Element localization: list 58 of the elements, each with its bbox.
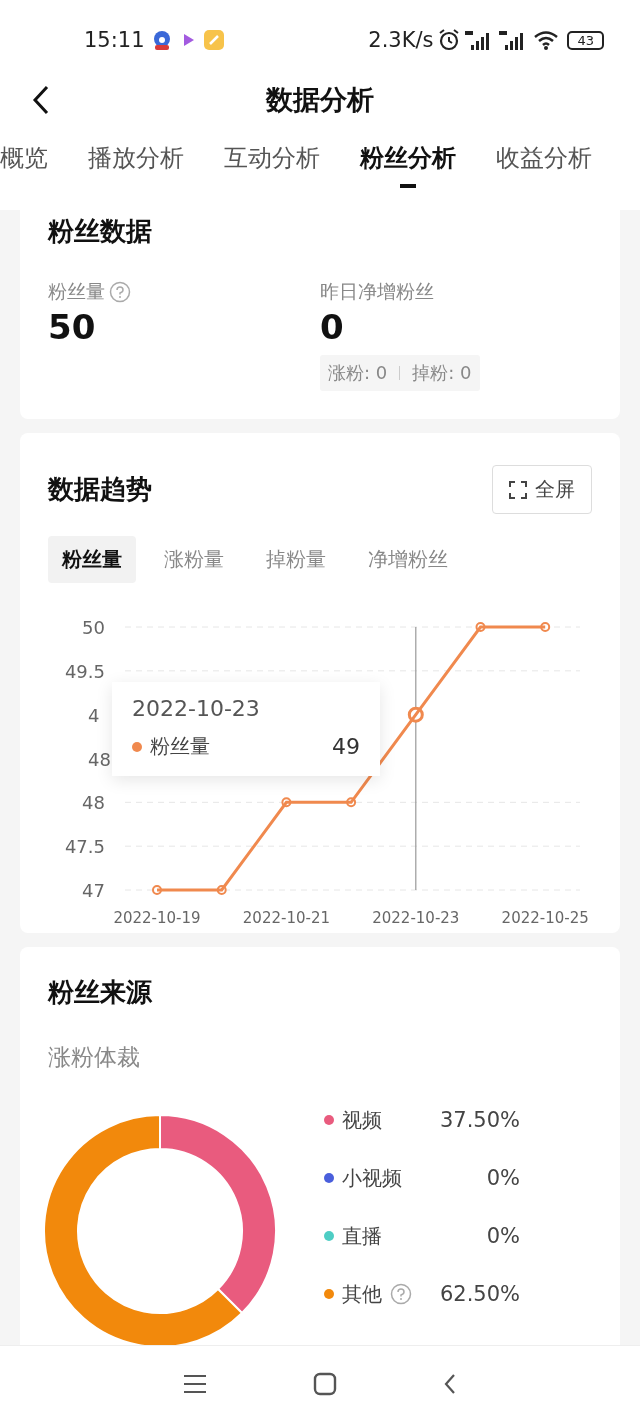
legend-label: 小视频 [342, 1164, 402, 1192]
loss-text: 掉粉: 0 [412, 361, 472, 385]
section-title: 粉丝来源 [48, 976, 153, 1009]
stat-value: 0 [320, 307, 344, 347]
legend-label: 视频 [342, 1106, 382, 1134]
tooltip-value: 49 [332, 734, 360, 759]
section-title: 粉丝数据 [48, 215, 153, 248]
x-axis-label: 2022-10-19 [113, 909, 201, 927]
y-axis-label: 47.5 [64, 836, 105, 858]
network-speed: 2.3K/s [368, 28, 434, 52]
tooltip-date: 2022-10-23 [132, 696, 261, 721]
legend-label: 其他 [342, 1280, 382, 1308]
battery-level: 43 [567, 30, 604, 50]
gain-text: 涨粉: 0 [328, 361, 388, 385]
legend-value: 0% [486, 1166, 520, 1190]
section-title: 数据趋势 [48, 473, 152, 506]
x-axis-label: 2022-10-21 [242, 909, 330, 927]
legend-value: 0% [486, 1224, 520, 1248]
back-icon[interactable] [32, 85, 50, 115]
metric-tab[interactable]: 掉粉量 [252, 536, 340, 583]
y-axis-label: 48 [82, 792, 105, 814]
y-axis-label: 50 [82, 617, 105, 638]
y-axis-label: 47 [82, 880, 105, 901]
metric-tab[interactable]: 涨粉量 [150, 536, 238, 583]
section-subtitle: 涨粉体裁 [48, 1043, 141, 1072]
analysis-tab[interactable]: 收益分析 [496, 142, 592, 192]
metric-tab[interactable]: 净增粉丝 [354, 536, 462, 583]
data-point [407, 706, 424, 723]
legend-value: 62.50% [439, 1282, 520, 1306]
tooltip-series: 粉丝量 [150, 733, 211, 760]
fullscreen-icon [509, 480, 527, 499]
data-point [281, 797, 292, 808]
data-point [475, 622, 486, 632]
data-point [216, 885, 227, 895]
data-point [540, 622, 551, 632]
pencil-app-icon [202, 29, 225, 51]
x-axis-label: 2022-10-25 [501, 909, 589, 927]
menu-icon[interactable] [182, 1373, 209, 1395]
wifi-icon [533, 29, 560, 51]
legend-label: 直播 [342, 1222, 382, 1250]
clock-time: 15:11 [84, 28, 145, 52]
page-title: 数据分析 [266, 83, 374, 117]
stat-label: 粉丝量 [48, 279, 105, 304]
data-point [346, 797, 357, 808]
analysis-tab[interactable]: 播放分析 [88, 142, 184, 192]
x-axis-label: 2022-10-23 [372, 909, 460, 927]
analysis-tab[interactable]: 互动分析 [224, 142, 320, 192]
home-icon[interactable] [313, 1372, 337, 1396]
legend-value: 37.50% [439, 1108, 520, 1132]
stat-label: 昨日净增粉丝 [320, 279, 434, 304]
metric-tab[interactable]: 粉丝量 [48, 536, 136, 583]
analysis-tab[interactable]: 概览 [0, 142, 48, 192]
stat-value: 50 [48, 307, 96, 347]
fullscreen-button[interactable]: 全屏 [492, 465, 592, 514]
y-axis-label: 48 [88, 748, 111, 770]
y-axis-label: 4 [88, 704, 100, 726]
data-point [152, 885, 162, 895]
y-axis-label: 49.5 [64, 660, 105, 682]
